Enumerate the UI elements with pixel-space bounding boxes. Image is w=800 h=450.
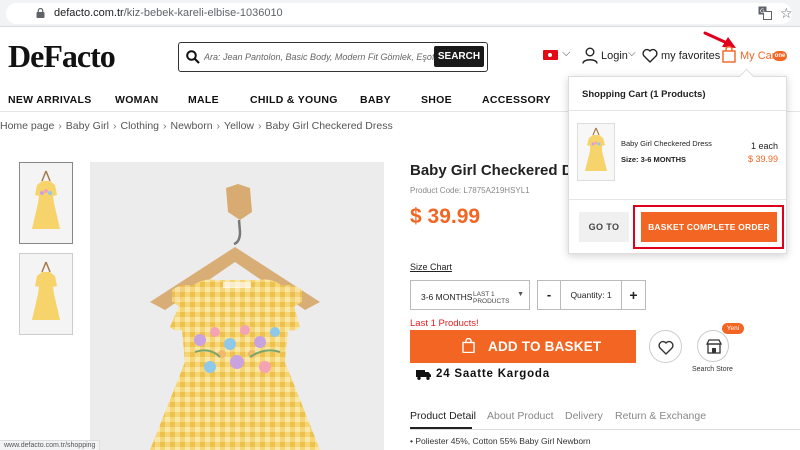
nav-item-male[interactable]: MALE <box>188 94 219 106</box>
quantity-increase-button[interactable]: + <box>621 280 646 310</box>
tab-product-detail[interactable]: Product Detail <box>410 410 476 422</box>
turkey-flag-icon[interactable] <box>543 50 558 60</box>
size-selected-value: 3-6 MONTHS <box>421 292 473 302</box>
breadcrumb-newborn[interactable]: Newborn <box>171 120 213 132</box>
chevron-down-icon[interactable]: ⌵ <box>562 47 570 60</box>
lock-icon <box>36 8 45 18</box>
nav-item-shoe[interactable]: SHOE <box>421 94 452 106</box>
breadcrumb-clothing[interactable]: Clothing <box>120 120 159 132</box>
search-store-button[interactable] <box>697 330 729 362</box>
product-tabs: Product Detail About Product Delivery Re… <box>410 410 800 428</box>
product-main-image[interactable] <box>90 162 384 450</box>
url-host: defacto.com.tr <box>54 7 124 19</box>
nav-item-child-young[interactable]: CHILD & YOUNG <box>250 94 338 106</box>
defacto-logo[interactable]: DeFacto <box>8 38 116 75</box>
search-button[interactable]: SEARCH <box>434 46 484 67</box>
dress-back-thumbnail-image <box>20 254 72 334</box>
product-code: Product Code: L7875A219HSYL1 <box>410 186 530 195</box>
breadcrumb-baby-girl[interactable]: Baby Girl <box>66 120 109 132</box>
browser-toolbar: defacto.com.tr/kiz-bebek-kareli-elbise-1… <box>0 0 800 27</box>
search-icon <box>186 50 200 64</box>
login-chevron-icon[interactable]: ⌵ <box>628 48 636 59</box>
tab-delivery[interactable]: Delivery <box>565 410 603 422</box>
cart-item-price: $ 39.99 <box>747 154 778 164</box>
product-price: $ 39.99 <box>410 205 481 228</box>
breadcrumb-current: Baby Girl Checkered Dress <box>265 120 393 132</box>
status-bar-url: www.defacto.com.tr/shopping <box>0 440 101 450</box>
cart-count-badge: one <box>773 51 787 61</box>
quantity-field[interactable]: Quantity: 1 <box>561 280 621 310</box>
cart-item-size: Size: 3-6 MONTHS <box>621 155 687 164</box>
tab-about-product[interactable]: About Product <box>487 410 554 422</box>
size-chart-link[interactable]: Size Chart <box>410 262 452 272</box>
cart-divider <box>569 110 786 111</box>
checkered-dress-image <box>90 162 384 450</box>
cart-bag-icon[interactable] <box>722 46 736 63</box>
url-text: defacto.com.tr/kiz-bebek-kareli-elbise-1… <box>54 7 283 19</box>
search-input[interactable] <box>204 48 434 66</box>
nav-item-accessory[interactable]: ACCESSORY <box>482 94 551 106</box>
dress-front-thumbnail-image <box>20 163 72 243</box>
favorites-link[interactable]: my favorites <box>661 50 720 62</box>
breadcrumb-separator: › <box>163 120 167 132</box>
cart-item-image[interactable] <box>577 123 615 181</box>
add-to-basket-label: ADD TO BASKET <box>488 339 602 354</box>
nav-item-woman[interactable]: WOMAN <box>115 94 159 106</box>
shipping-promise: 24 Saatte Kargoda <box>436 368 550 380</box>
breadcrumb-separator: › <box>258 120 262 132</box>
breadcrumb: Home page › Baby Girl › Clothing › Newborn › Yel… <box>0 120 393 132</box>
search-bar: SEARCH <box>178 42 488 72</box>
new-badge: Yeni <box>722 323 744 334</box>
add-to-basket-button[interactable]: ADD TO BASKET <box>410 330 636 363</box>
basket-bag-icon <box>462 338 475 353</box>
breadcrumb-yellow[interactable]: Yellow <box>224 120 254 132</box>
shopping-cart-dropdown: Shopping Cart (1 Products) Baby Girl Che… <box>568 76 787 254</box>
breadcrumb-separator: › <box>112 120 117 132</box>
product-thumbnail-front[interactable] <box>19 162 73 244</box>
translate-icon[interactable]: G <box>758 6 772 20</box>
cart-dress-image <box>585 127 607 171</box>
truck-icon <box>416 370 431 380</box>
url-path: /kiz-bebek-kareli-elbise-1036010 <box>123 7 283 19</box>
breadcrumb-separator: › <box>216 120 221 132</box>
add-favorite-button[interactable] <box>649 330 682 363</box>
login-link[interactable]: Login <box>601 50 628 62</box>
cart-item-name[interactable]: Baby Girl Checkered Dress <box>621 139 712 148</box>
size-chevron-icon: ▼ <box>517 291 524 298</box>
main-nav: NEW ARRIVALS WOMAN MALE CHILD & YOUNG BA… <box>0 90 560 110</box>
tab-divider <box>410 429 800 430</box>
basket-complete-order-button[interactable]: BASKET COMPLETE ORDER <box>641 212 777 242</box>
breadcrumb-home[interactable]: Home page <box>0 120 54 132</box>
store-icon <box>706 339 722 354</box>
address-bar[interactable]: defacto.com.tr/kiz-bebek-kareli-elbise-1… <box>6 3 793 24</box>
tab-return-exchange[interactable]: Return & Exchange <box>615 410 706 422</box>
active-tab-indicator <box>410 427 472 429</box>
cart-header: Shopping Cart (1 Products) <box>582 89 706 100</box>
go-to-cart-button[interactable]: GO TO <box>579 212 629 242</box>
breadcrumb-separator: › <box>58 120 62 132</box>
cart-item-quantity: 1 each <box>750 141 778 151</box>
user-icon[interactable] <box>582 47 598 64</box>
stock-warning: Last 1 Products! <box>410 318 479 329</box>
bookmark-star-icon[interactable]: ☆ <box>780 5 793 21</box>
heart-icon[interactable] <box>642 48 658 63</box>
search-store-label[interactable]: Search Store <box>692 366 733 373</box>
nav-item-baby[interactable]: BABY <box>360 94 391 106</box>
svg-text:G: G <box>760 8 765 15</box>
heart-outline-icon <box>658 340 674 355</box>
nav-item-new-arrivals[interactable]: NEW ARRIVALS <box>8 94 92 106</box>
product-thumbnail-back[interactable] <box>19 253 73 335</box>
cart-divider <box>569 199 786 200</box>
quantity-decrease-button[interactable]: - <box>537 280 561 310</box>
product-composition: • Poliester 45%, Cotton 55% Baby Girl Ne… <box>410 436 591 446</box>
size-select[interactable]: 3-6 MONTHS LAST 1 PRODUCTS ▼ <box>410 280 530 310</box>
